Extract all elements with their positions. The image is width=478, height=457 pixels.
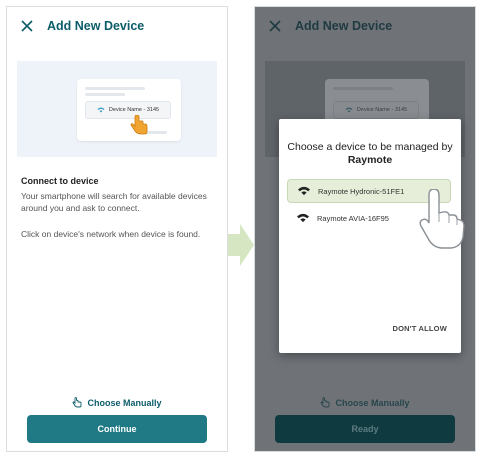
page-title: Add New Device — [47, 19, 145, 33]
wifi-icon — [297, 213, 309, 223]
hand-pointer-icon — [130, 115, 148, 135]
illustration-area: Device Name - 3145 — [17, 61, 217, 157]
device-name-label: Device Name - 3145 — [108, 107, 160, 113]
close-icon[interactable] — [19, 18, 35, 34]
phone-screen-right: Add New Device Device Name - 3145 Choose… — [254, 6, 476, 452]
wifi-icon — [97, 107, 105, 113]
device-name: Raymote AVIA-16F95 — [317, 213, 389, 223]
device-chooser-dialog: Choose a device to be managed by Raymote… — [279, 119, 465, 353]
device-name-pill: Device Name - 3145 — [85, 101, 171, 119]
page-title: Add New Device — [295, 19, 393, 33]
description-text: Your smartphone will search for availabl… — [21, 191, 207, 213]
device-name-pill: Device Name - 3145 — [333, 101, 419, 119]
continue-button[interactable]: Continue — [27, 415, 207, 443]
dialog-title: Choose a device to be managed by Raymote — [287, 141, 453, 167]
choose-manually-link[interactable]: Choose Manually — [7, 397, 227, 408]
device-name-label: Device Name - 3145 — [356, 107, 408, 113]
instruction-text: Click on device's network when device is… — [21, 229, 201, 239]
close-icon[interactable] — [267, 18, 283, 34]
hand-tap-icon — [321, 397, 330, 408]
dialog-title-text: Choose a device to be managed by — [287, 141, 453, 153]
hand-pointer-icon — [419, 189, 465, 249]
phone-screen-left: Add New Device Device Name - 3145 Connec… — [6, 6, 228, 452]
wifi-icon — [298, 186, 310, 196]
placeholder-line — [85, 87, 145, 90]
device-name: Raymote Hydronic-51FE1 — [318, 186, 405, 196]
placeholder-line — [85, 93, 125, 96]
choose-manually-label: Choose Manually — [87, 397, 162, 408]
app-header: Add New Device — [255, 7, 475, 45]
dont-allow-button[interactable]: DON'T ALLOW — [392, 324, 447, 333]
illustration-card: Device Name - 3145 — [77, 79, 181, 141]
placeholder-line — [333, 87, 393, 90]
section-title: Connect to device — [21, 176, 99, 186]
dialog-title-brand: Raymote — [347, 154, 393, 166]
choose-manually-link[interactable]: Choose Manually — [255, 397, 475, 408]
hand-tap-icon — [73, 397, 82, 408]
wifi-icon — [345, 107, 353, 113]
choose-manually-label: Choose Manually — [335, 397, 410, 408]
app-header: Add New Device — [7, 7, 227, 45]
ready-button[interactable]: Ready — [275, 415, 455, 443]
arrow-right-icon — [228, 224, 254, 266]
